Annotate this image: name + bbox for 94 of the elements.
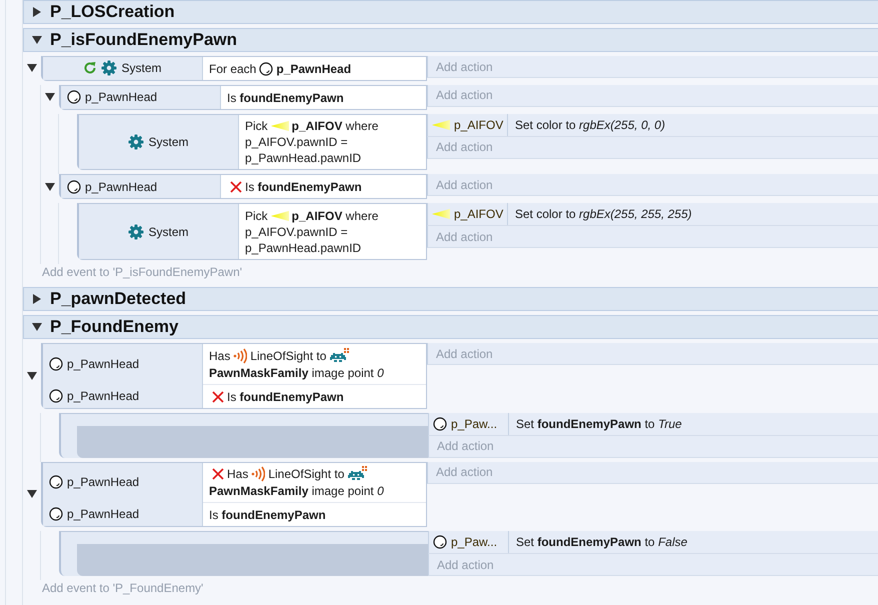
condition-object-cell[interactable]: p_PawnHead (43, 502, 203, 526)
condition-text: For each (209, 60, 256, 77)
action-text: Set foundEnemyPawn to False (515, 535, 688, 550)
signal-icon (233, 348, 248, 364)
condition-text: Is foundEnemyPawn (245, 179, 362, 196)
circle-icon (49, 388, 63, 403)
condition-text: Pick (245, 118, 268, 134)
object-name: p_Paw... (451, 535, 498, 550)
condition-text: Has (209, 348, 230, 364)
condition-text: p_PawnHead (276, 60, 352, 77)
object-name: p_PawnHead (85, 90, 158, 104)
invader-icon (347, 466, 368, 482)
condition-text: p_AIFOV.pawnID = p_PawnHead.pawnID (245, 224, 362, 256)
circle-icon (67, 180, 81, 194)
action-text: Set color to rgbEx(255, 0, 0) (514, 118, 666, 132)
condition-text: Has (227, 466, 248, 482)
group-arrow[interactable] (32, 35, 42, 45)
condition-cell[interactable]: Has LineOfSight to PawnMaskFamily image point 0 (203, 462, 426, 502)
group-header[interactable]: P_pawnDetected (23, 287, 878, 312)
group-header[interactable]: P_LOSCreation (23, 0, 878, 24)
condition-text: Pick (245, 208, 268, 224)
condition-text: p_AIFOV where (292, 208, 378, 224)
condition-object-cell[interactable]: p_PawnHead (43, 462, 203, 502)
circle-icon (433, 535, 447, 550)
condition-text: Is foundEnemyPawn (227, 90, 344, 106)
object-name: p_PawnHead (67, 507, 140, 522)
group-arrow[interactable] (32, 7, 42, 17)
condition-cell[interactable]: Is foundEnemyPawn (203, 384, 426, 408)
condition-text: LineOfSight to (268, 466, 344, 482)
cone-icon (432, 208, 450, 220)
condition-cell[interactable]: Is foundEnemyPawn (203, 502, 426, 526)
circle-icon (49, 507, 63, 522)
expand-arrow[interactable] (27, 489, 37, 500)
expand-arrow[interactable] (45, 92, 55, 102)
condition-text: p_AIFOV.pawnID = p_PawnHead.pawnID (245, 134, 362, 166)
action-text: Set foundEnemyPawn to True (515, 416, 682, 431)
invader-icon (329, 348, 350, 364)
cone-icon (270, 120, 289, 132)
condition-cell[interactable]: Is foundEnemyPawn (221, 86, 426, 109)
gear-icon (101, 60, 118, 76)
condition-object-cell[interactable]: System (43, 57, 203, 80)
object-name: System (121, 61, 162, 76)
action-row[interactable]: p_AIFOV Set color to rgbEx(255, 255, 255) (427, 203, 878, 226)
condition-text: Is foundEnemyPawn (209, 507, 326, 524)
circle-icon (259, 62, 274, 76)
object-name: p_AIFOV (454, 118, 504, 132)
condition-text: LineOfSight to (250, 348, 326, 364)
gear-icon (128, 224, 144, 240)
condition-object-cell[interactable]: p_PawnHead (61, 175, 221, 198)
condition-text: PawnMaskFamily image point 0 (209, 364, 384, 381)
group-arrow[interactable] (32, 294, 42, 304)
group-header[interactable]: P_isFoundEnemyPawn (23, 28, 878, 52)
expand-arrow[interactable] (45, 182, 55, 192)
circle-icon (49, 475, 63, 490)
object-name: p_PawnHead (67, 356, 140, 371)
group-arrow[interactable] (32, 322, 42, 332)
condition-cell[interactable]: Has LineOfSight to PawnMaskFamily image point 0 (203, 344, 426, 384)
cone-icon (270, 210, 289, 222)
expand-arrow[interactable] (27, 370, 37, 381)
condition-cell[interactable]: Is foundEnemyPawn (221, 175, 426, 198)
group-header[interactable]: P_FoundEnemy (23, 315, 878, 340)
cone-icon (432, 118, 450, 131)
condition-cell[interactable]: Pick p_AIFOV where p_AIFOV.pawnID = p_PawnHead.pawnID (239, 114, 426, 170)
action-row[interactable]: p_Paw... Set foundEnemyPawn to True (428, 412, 878, 436)
condition-object-cell[interactable]: p_PawnHead (61, 86, 221, 109)
circle-icon (67, 90, 81, 104)
gear-icon (128, 134, 144, 150)
object-name: p_PawnHead (85, 180, 158, 194)
action-text: Set color to rgbEx(255, 255, 255) (514, 207, 692, 222)
signal-icon (251, 466, 266, 482)
condition-object-cell[interactable]: p_PawnHead (43, 344, 203, 384)
condition-object-cell[interactable]: System (79, 114, 239, 170)
group-title: P_LOSCreation (50, 2, 175, 22)
object-name: p_Paw... (451, 416, 498, 431)
condition-cell[interactable]: For each p_PawnHead (203, 57, 426, 80)
object-name: p_PawnHead (67, 388, 140, 403)
action-row[interactable]: p_AIFOV Set color to rgbEx(255, 0, 0) (427, 114, 878, 137)
group-title: P_pawnDetected (50, 289, 186, 310)
circle-icon (49, 356, 63, 371)
condition-text: PawnMaskFamily image point 0 (209, 483, 384, 500)
group-title: P_FoundEnemy (50, 317, 178, 338)
condition-text: p_AIFOV where (292, 118, 378, 134)
object-name: p_PawnHead (67, 475, 140, 490)
expand-arrow[interactable] (27, 63, 37, 74)
condition-object-cell[interactable]: System (79, 204, 239, 260)
object-name: System (148, 224, 188, 239)
condition-object-cell[interactable]: p_PawnHead (43, 384, 203, 408)
condition-cell[interactable]: Pick p_AIFOV where p_AIFOV.pawnID = p_PawnHead.pawnID (239, 204, 426, 260)
object-name: System (148, 135, 188, 150)
object-name: p_AIFOV (454, 207, 504, 222)
circle-icon (433, 416, 447, 431)
group-title: P_isFoundEnemyPawn (50, 30, 238, 50)
action-row[interactable]: p_Paw... Set foundEnemyPawn to False (428, 531, 878, 554)
condition-text: Is foundEnemyPawn (227, 388, 344, 405)
